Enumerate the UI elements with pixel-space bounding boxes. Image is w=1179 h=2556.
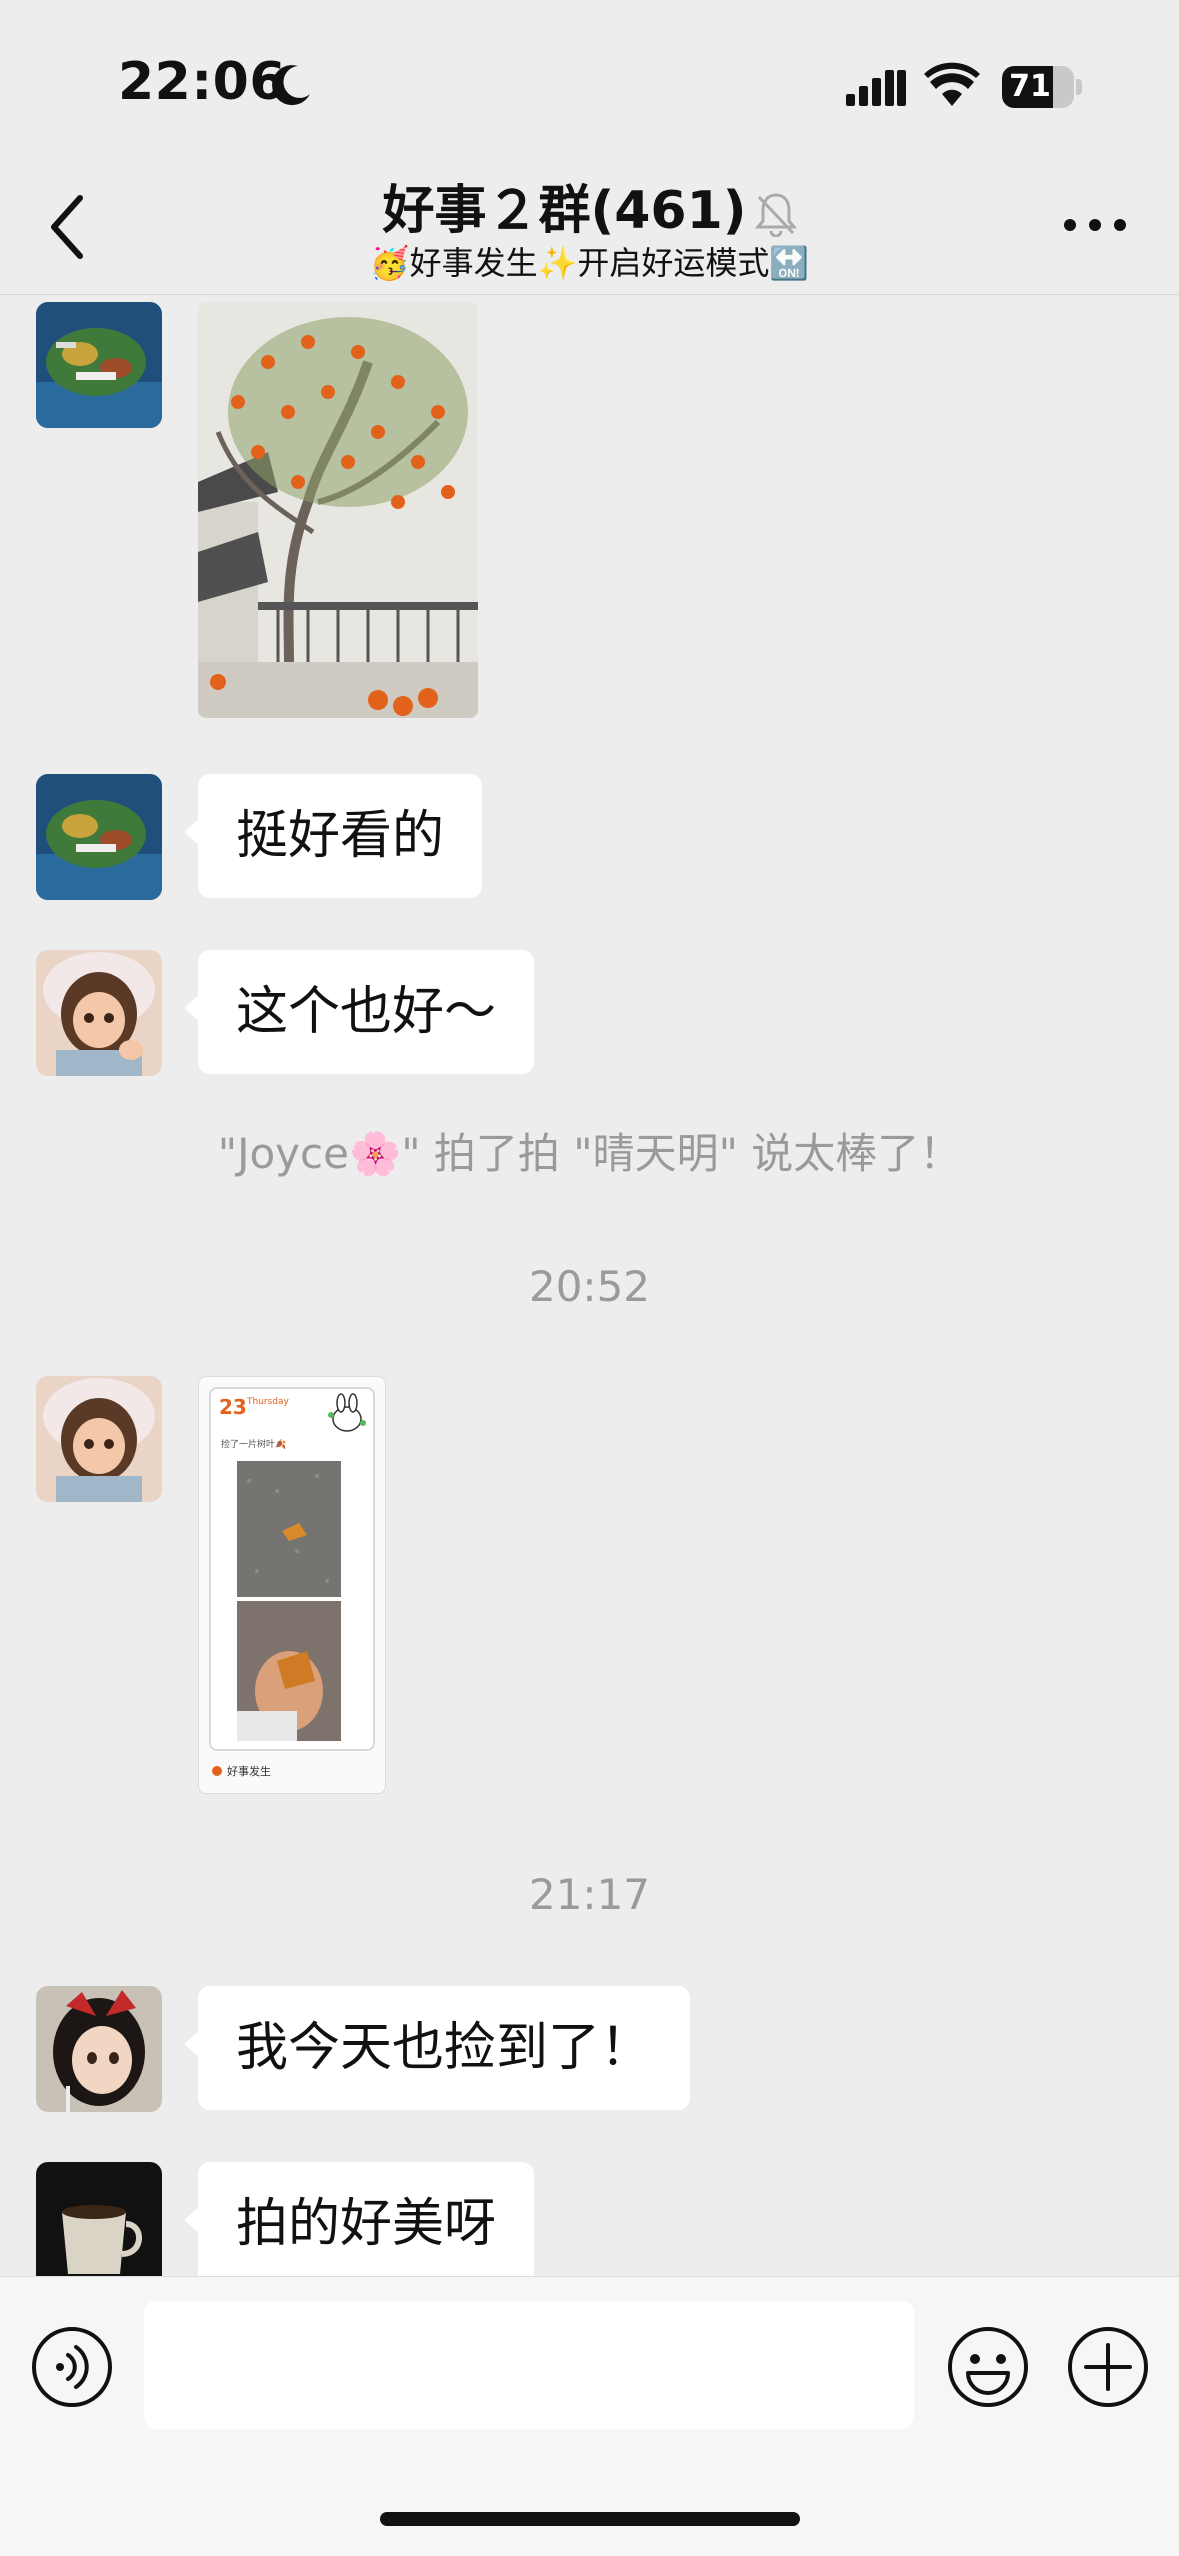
lucky-rabbit-icon xyxy=(328,1393,366,1432)
timestamp: 21:17 xyxy=(528,1870,651,1919)
image-message-diary-card[interactable]: 23 Thursday 捡了一片树叶🍂 好事发生 xyxy=(198,1376,386,1794)
diary-card-frame: 23 Thursday 捡了一片树叶🍂 xyxy=(209,1387,375,1751)
mute-bell-icon xyxy=(754,193,797,237)
persimmon-painting-image xyxy=(198,302,478,718)
chat-title: 好事２群(461) xyxy=(0,168,1179,243)
group-announcement: 🥳好事发生✨开启好运模式🔛 xyxy=(369,244,810,282)
message-list[interactable]: 挺好看的 这个也好～ "Joyce🌸" 拍了拍 "晴天明" 说太棒了！ 20:5… xyxy=(0,296,1179,2276)
message-input[interactable] xyxy=(144,2301,914,2429)
sender-avatar-coffee[interactable] xyxy=(36,2162,162,2276)
sender-avatar-girl[interactable] xyxy=(36,1376,162,1502)
moon-icon xyxy=(272,65,310,106)
timestamp: 20:52 xyxy=(528,1262,651,1311)
more-options-button[interactable] xyxy=(1060,210,1130,240)
status-time: 22:06 xyxy=(118,52,287,112)
message-bubble[interactable]: 拍的好美呀 xyxy=(183,2162,535,2276)
leaf-on-ground-photo xyxy=(237,1461,341,1597)
diary-day: 23 xyxy=(219,1395,247,1419)
leaf-in-hand-photo xyxy=(237,1601,341,1741)
diary-weekday: Thursday xyxy=(247,1397,289,1407)
sender-avatar-anime[interactable] xyxy=(36,1986,162,2112)
sender-avatar-scenic[interactable] xyxy=(36,774,162,900)
cellular-signal-icon xyxy=(846,70,906,106)
app-logo-icon xyxy=(212,1766,222,1776)
message-bubble[interactable]: 这个也好～ xyxy=(183,950,535,1074)
more-functions-button[interactable] xyxy=(1066,2325,1150,2409)
message-bubble[interactable]: 我今天也捡到了！ xyxy=(183,1986,691,2110)
home-indicator[interactable] xyxy=(380,2512,800,2526)
battery-percent: 71 xyxy=(1009,69,1051,104)
system-pat-message: "Joyce🌸" 拍了拍 "晴天明" 说太棒了！ xyxy=(217,1129,962,1178)
diary-caption: 捡了一片树叶🍂 xyxy=(221,1440,287,1450)
navigation-header: 22:06 71 好事２群(461) 🥳好事发生✨开启好运模式🔛 xyxy=(0,0,1179,295)
sender-avatar-girl[interactable] xyxy=(36,950,162,1076)
wifi-icon xyxy=(924,62,980,106)
diary-footer: 好事发生 xyxy=(227,1765,271,1778)
voice-input-button[interactable] xyxy=(30,2325,114,2409)
message-bubble[interactable]: 挺好看的 xyxy=(183,774,483,898)
image-message-persimmon[interactable] xyxy=(198,302,478,718)
group-name: 好事２群(461) xyxy=(382,181,747,241)
emoji-button[interactable] xyxy=(946,2325,1030,2409)
battery-indicator: 71 xyxy=(1002,66,1074,108)
sender-avatar-scenic[interactable] xyxy=(36,302,162,428)
battery-nub xyxy=(1076,79,1082,95)
